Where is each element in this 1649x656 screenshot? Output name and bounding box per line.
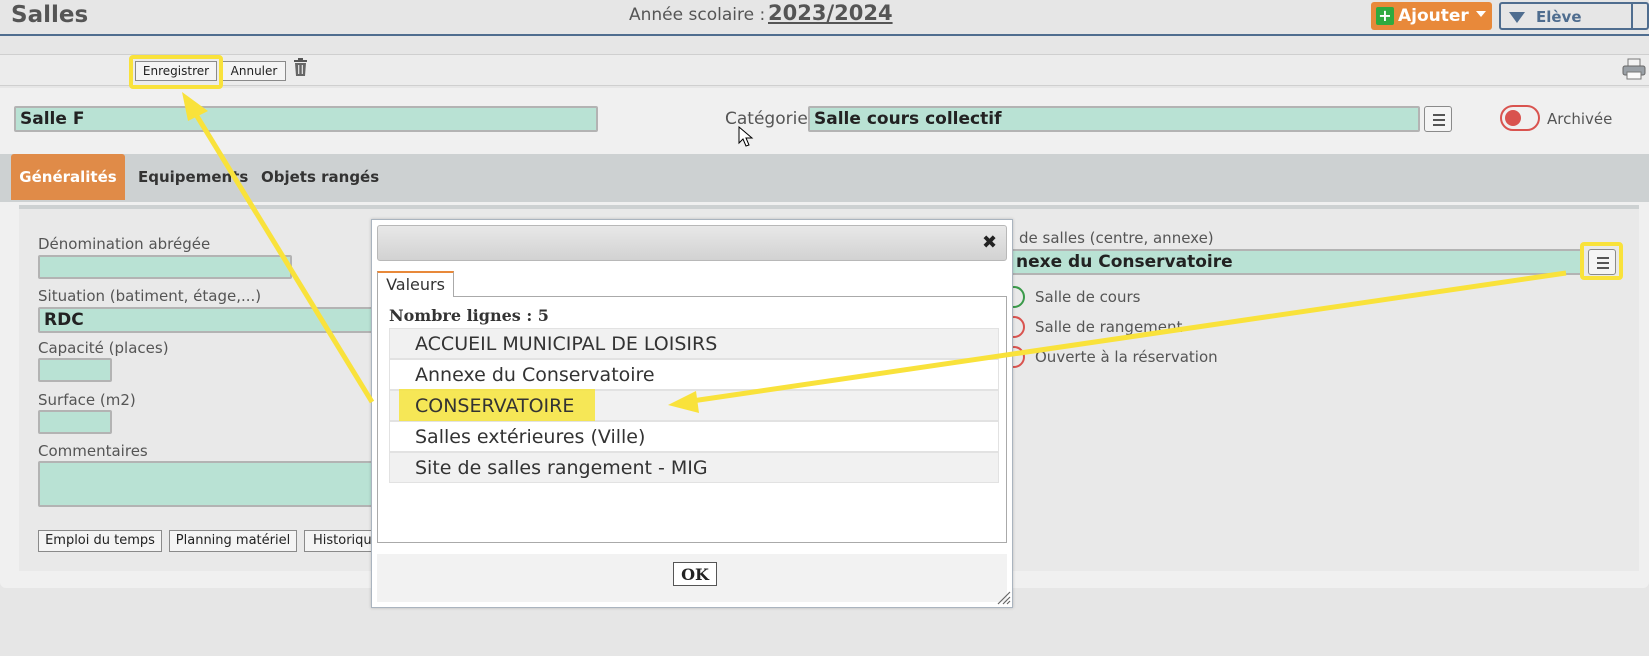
ok-button[interactable]: OK bbox=[673, 562, 717, 586]
annotation-highlight-list-button bbox=[1580, 242, 1623, 280]
situation-field[interactable]: RDC bbox=[38, 307, 378, 333]
school-year-value[interactable]: 2023/2024 bbox=[768, 1, 893, 25]
tab-equipements[interactable]: Equipements bbox=[138, 154, 248, 200]
student-selector[interactable]: Elève bbox=[1499, 2, 1649, 30]
list-item[interactable]: Site de salles rangement - MIG bbox=[389, 452, 999, 483]
dialog-titlebar[interactable]: ✖ bbox=[377, 225, 1007, 261]
equipment-planning-button[interactable]: Planning matériel bbox=[169, 530, 297, 552]
capacity-field[interactable] bbox=[38, 358, 112, 382]
surface-field[interactable] bbox=[38, 410, 112, 434]
tab-valeurs[interactable]: Valeurs bbox=[377, 271, 454, 297]
tab-objets-ranges[interactable]: Objets rangés bbox=[261, 154, 379, 200]
student-selector-label: Elève bbox=[1536, 8, 1582, 26]
caret-down-icon bbox=[1476, 11, 1486, 17]
radio-salle-de-cours-label: Salle de cours bbox=[1035, 288, 1141, 306]
radio-salle-de-rangement-label: Salle de rangement bbox=[1035, 318, 1183, 336]
room-group-field[interactable]: nexe du Conservatoire bbox=[1000, 249, 1584, 275]
dialog-footer: OK bbox=[377, 554, 1007, 602]
tab-generalites[interactable]: Généralités bbox=[11, 154, 125, 200]
list-item[interactable]: ACCUEIL MUNICIPAL DE LOISIRS bbox=[389, 328, 999, 359]
values-dialog: ✖ Valeurs Nombre lignes : 5 ACCUEIL MUNI… bbox=[371, 219, 1013, 608]
school-year-label: Année scolaire : bbox=[629, 5, 766, 25]
app-header: Salles Année scolaire : 2023/2024 + Ajou… bbox=[0, 0, 1649, 36]
mouse-cursor-icon bbox=[738, 126, 754, 147]
page-title: Salles bbox=[11, 2, 89, 28]
annotation-highlight-save bbox=[129, 55, 223, 89]
timetable-button[interactable]: Emploi du temps bbox=[38, 530, 162, 552]
values-list: Nombre lignes : 5 ACCUEIL MUNICIPAL DE L… bbox=[377, 296, 1007, 543]
add-button-label: Ajouter bbox=[1398, 6, 1469, 26]
resize-grip-icon[interactable] bbox=[995, 589, 1011, 605]
toggle-knob bbox=[1505, 110, 1521, 126]
triangle-down-icon bbox=[1509, 12, 1525, 23]
short-name-label: Dénomination abrégée bbox=[38, 235, 211, 253]
plus-icon: + bbox=[1376, 7, 1394, 25]
radio-ouverte-reservation-label: Ouverte à la réservation bbox=[1035, 348, 1218, 366]
comments-field[interactable] bbox=[38, 461, 378, 507]
capacity-label: Capacité (places) bbox=[38, 339, 169, 357]
category-field[interactable]: Salle cours collectif bbox=[808, 106, 1420, 132]
add-button[interactable]: + Ajouter bbox=[1371, 2, 1492, 30]
situation-label: Situation (batiment, étage,...) bbox=[38, 287, 262, 305]
room-name-field[interactable]: Salle F bbox=[14, 106, 598, 132]
room-group-label: de salles (centre, annexe) bbox=[1019, 229, 1214, 247]
archived-label: Archivée bbox=[1547, 110, 1613, 128]
list-item[interactable]: Salles extérieures (Ville) bbox=[389, 421, 999, 452]
surface-label: Surface (m2) bbox=[38, 391, 136, 409]
list-item[interactable]: Annexe du Conservatoire bbox=[389, 359, 999, 390]
divider bbox=[1631, 4, 1633, 28]
trash-icon[interactable] bbox=[293, 58, 308, 76]
printer-icon[interactable] bbox=[1622, 58, 1646, 80]
cancel-button[interactable]: Annuler bbox=[222, 61, 286, 81]
category-list-button[interactable] bbox=[1424, 106, 1452, 132]
comments-label: Commentaires bbox=[38, 442, 148, 460]
close-icon[interactable]: ✖ bbox=[982, 234, 997, 252]
short-name-field[interactable] bbox=[38, 255, 292, 279]
archived-toggle[interactable] bbox=[1500, 105, 1540, 131]
list-item-label: CONSERVATOIRE bbox=[415, 395, 575, 417]
row-count: Nombre lignes : 5 bbox=[389, 306, 549, 325]
list-item-selected[interactable]: CONSERVATOIRE bbox=[389, 389, 999, 422]
